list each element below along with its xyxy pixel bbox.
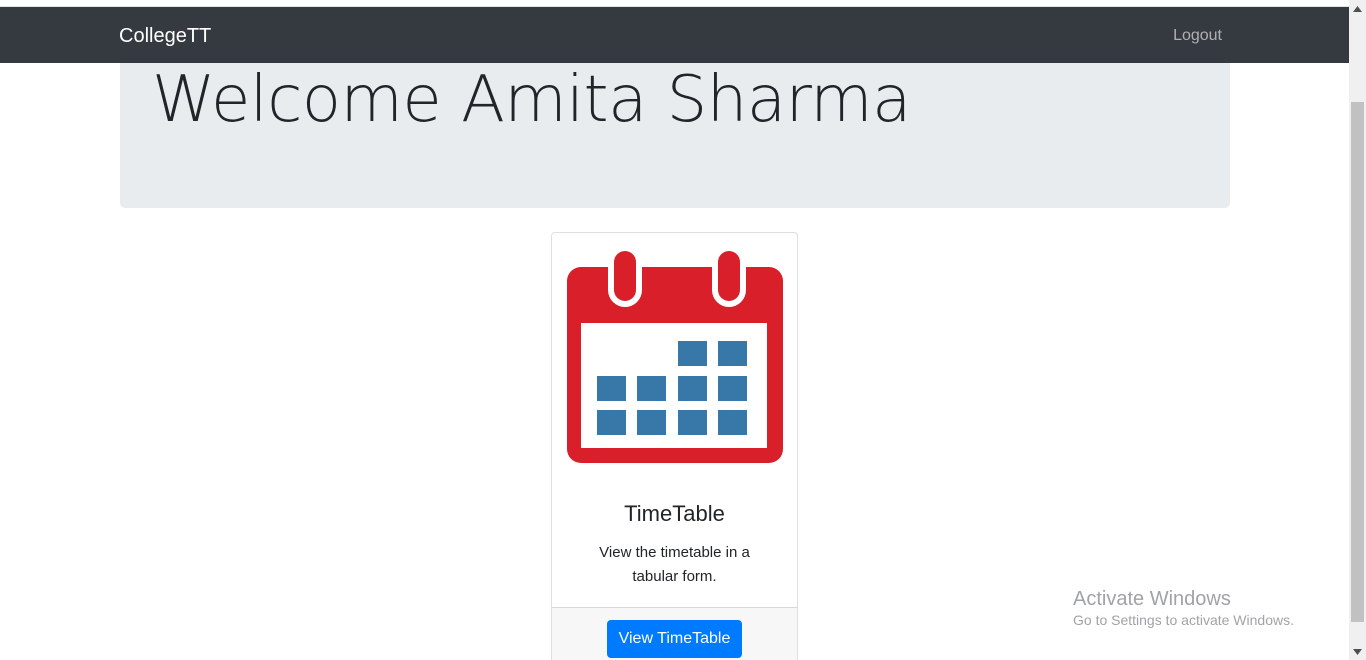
welcome-heading: Welcome Amita Sharma bbox=[152, 63, 911, 137]
timetable-card: TimeTable View the timetable in a tabula… bbox=[551, 232, 798, 660]
watermark-subtitle: Go to Settings to activate Windows. bbox=[1073, 612, 1294, 628]
logout-link[interactable]: Logout bbox=[1173, 26, 1222, 46]
activate-windows-watermark: Activate Windows Go to Settings to activ… bbox=[1073, 587, 1294, 629]
brand-link[interactable]: CollegeTT bbox=[119, 24, 211, 48]
scroll-down-icon[interactable] bbox=[1349, 643, 1366, 660]
view-timetable-button[interactable]: View TimeTable bbox=[607, 620, 742, 658]
scroll-up-icon[interactable] bbox=[1349, 0, 1366, 17]
page-viewport: CollegeTT Logout Welcome Amita Sharma Ti… bbox=[0, 0, 1349, 660]
navbar: CollegeTT Logout bbox=[0, 7, 1349, 63]
watermark-title: Activate Windows bbox=[1073, 588, 1231, 610]
card-footer: View TimeTable bbox=[552, 607, 797, 660]
card-text: View the timetable in a tabular form. bbox=[599, 544, 750, 585]
card-title: TimeTable bbox=[624, 501, 725, 526]
vertical-scrollbar[interactable] bbox=[1349, 0, 1366, 660]
scrollbar-thumb[interactable] bbox=[1351, 102, 1364, 622]
jumbotron: Welcome Amita Sharma bbox=[120, 63, 1230, 208]
top-strip bbox=[0, 0, 1349, 7]
calendar-icon bbox=[567, 251, 783, 463]
